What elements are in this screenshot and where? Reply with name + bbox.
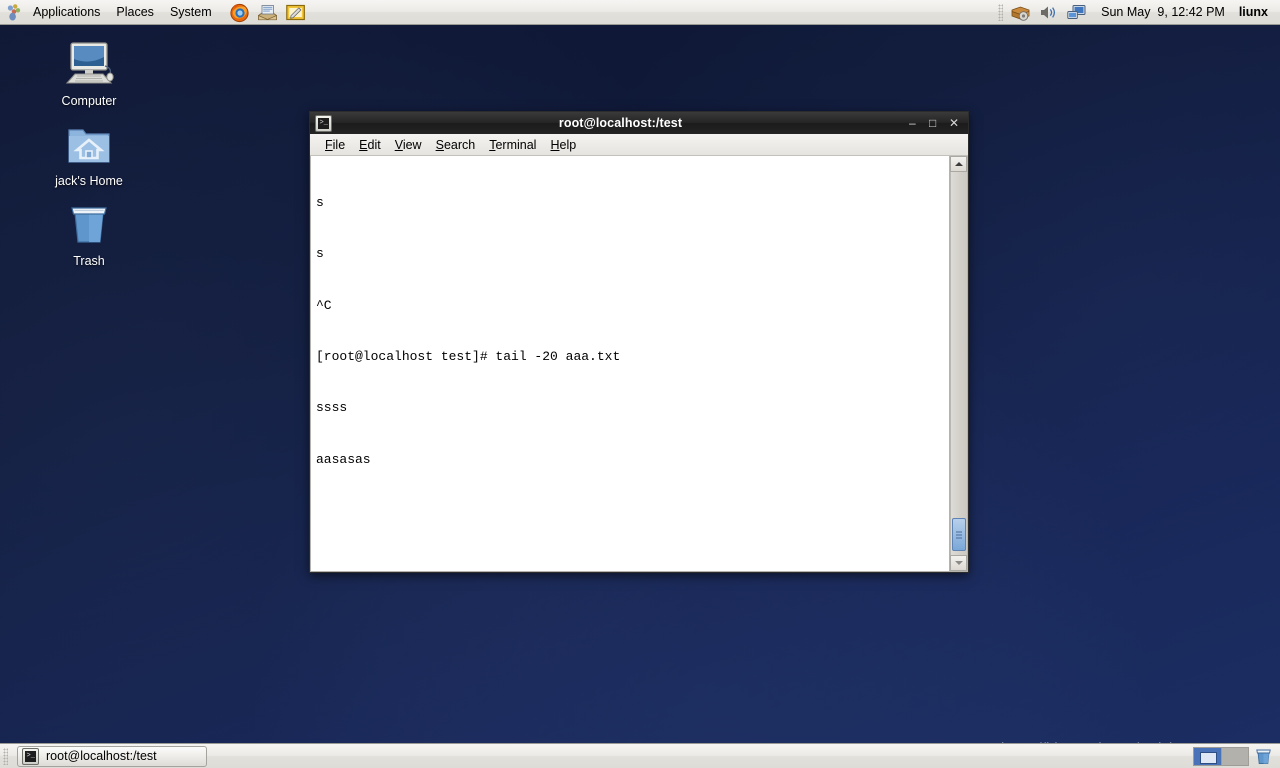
scrollbar-track[interactable]	[950, 172, 967, 555]
workspace-1[interactable]	[1194, 747, 1221, 765]
desktop-icon-trash[interactable]: Trash	[34, 200, 144, 269]
top-panel: Applications Places System Sun May 9, 12…	[0, 0, 1280, 25]
menu-places[interactable]: Places	[109, 2, 161, 23]
maximize-button[interactable]: □	[929, 117, 940, 129]
firefox-icon[interactable]	[229, 2, 250, 23]
desktop[interactable]: Applications Places System Sun May 9, 12…	[0, 0, 1280, 768]
terminal-body[interactable]: s s ^C [root@localhost test]# tail -20 a…	[310, 156, 968, 572]
terminal-line: s	[316, 195, 324, 211]
panel-grip[interactable]	[3, 747, 8, 765]
terminal-window[interactable]: >_ root@localhost:/test – □ ✕ File Edit …	[309, 111, 969, 573]
terminal-menu-bar: File Edit View Search Terminal Help	[310, 134, 968, 156]
terminal-icon-prompt: >_	[319, 118, 328, 127]
gnome-foot-icon[interactable]	[5, 3, 23, 21]
close-button[interactable]: ✕	[949, 117, 960, 129]
taskbar-item-terminal[interactable]: >_ root@localhost:/test	[17, 745, 207, 767]
scroll-up-icon[interactable]	[950, 156, 967, 172]
menu-search[interactable]: Search	[429, 136, 483, 154]
desktop-icon-home[interactable]: jack's Home	[34, 120, 144, 189]
close-icon: ✕	[949, 116, 960, 130]
clock[interactable]: Sun May 9, 12:42 PM	[1094, 5, 1232, 19]
trash-icon[interactable]	[1254, 747, 1273, 766]
menu-system[interactable]: System	[163, 2, 219, 23]
evolution-mail-icon[interactable]	[257, 2, 278, 23]
computer-icon	[34, 40, 144, 90]
terminal-icon: >_	[22, 747, 39, 765]
maximize-icon: □	[929, 116, 937, 130]
desktop-icon-computer[interactable]: Computer	[34, 40, 144, 109]
scrollbar-thumb-grip	[956, 531, 962, 538]
terminal-icon-prompt: >_	[26, 751, 35, 760]
terminal-screen[interactable]: s s ^C [root@localhost test]# tail -20 a…	[311, 156, 949, 571]
volume-icon[interactable]	[1038, 2, 1059, 23]
panel-grip[interactable]	[998, 3, 1004, 21]
terminal-line: ssss	[316, 400, 348, 416]
workspace-window-preview	[1200, 751, 1217, 764]
panel-launchers	[229, 2, 306, 23]
menu-edit[interactable]: Edit	[352, 136, 388, 154]
minimize-button[interactable]: –	[909, 117, 920, 129]
terminal-line: aasasas	[316, 451, 371, 467]
minimize-icon: –	[909, 116, 916, 130]
system-tray: Sun May 9, 12:42 PM liunx	[998, 2, 1280, 23]
network-icon[interactable]	[1066, 2, 1087, 23]
window-title: root@localhost:/test	[558, 116, 683, 130]
terminal-scrollbar[interactable]	[949, 156, 967, 571]
terminal-icon: >_	[315, 114, 332, 132]
terminal-line: ^C	[316, 297, 332, 313]
bottom-panel-right	[1193, 746, 1280, 766]
desktop-icon-label: Trash	[73, 254, 105, 268]
user-menu[interactable]: liunx	[1239, 5, 1272, 19]
desktop-icon-label: Computer	[61, 94, 117, 108]
menu-terminal[interactable]: Terminal	[482, 136, 543, 154]
bottom-panel: >_ root@localhost:/test	[0, 743, 1280, 768]
scrollbar-thumb[interactable]	[952, 518, 966, 551]
taskbar-item-label: root@localhost:/test	[46, 749, 157, 763]
menu-file[interactable]: File	[318, 136, 352, 154]
window-title-bar[interactable]: >_ root@localhost:/test – □ ✕	[310, 112, 968, 134]
workspace-switcher[interactable]	[1193, 746, 1249, 766]
scroll-down-icon[interactable]	[950, 555, 967, 571]
text-editor-icon[interactable]	[285, 2, 306, 23]
home-folder-icon	[34, 120, 144, 170]
terminal-line: [root@localhost test]# tail -20 aaa.txt	[316, 349, 621, 365]
menu-applications[interactable]: Applications	[26, 2, 107, 23]
menu-view[interactable]: View	[388, 136, 429, 154]
workspace-2[interactable]	[1221, 747, 1248, 765]
terminal-line: s	[316, 246, 324, 262]
window-controls: – □ ✕	[909, 117, 964, 129]
trash-icon	[34, 200, 144, 250]
update-manager-icon[interactable]	[1010, 2, 1031, 23]
menu-help[interactable]: Help	[543, 136, 583, 154]
desktop-icon-label: jack's Home	[55, 174, 123, 188]
